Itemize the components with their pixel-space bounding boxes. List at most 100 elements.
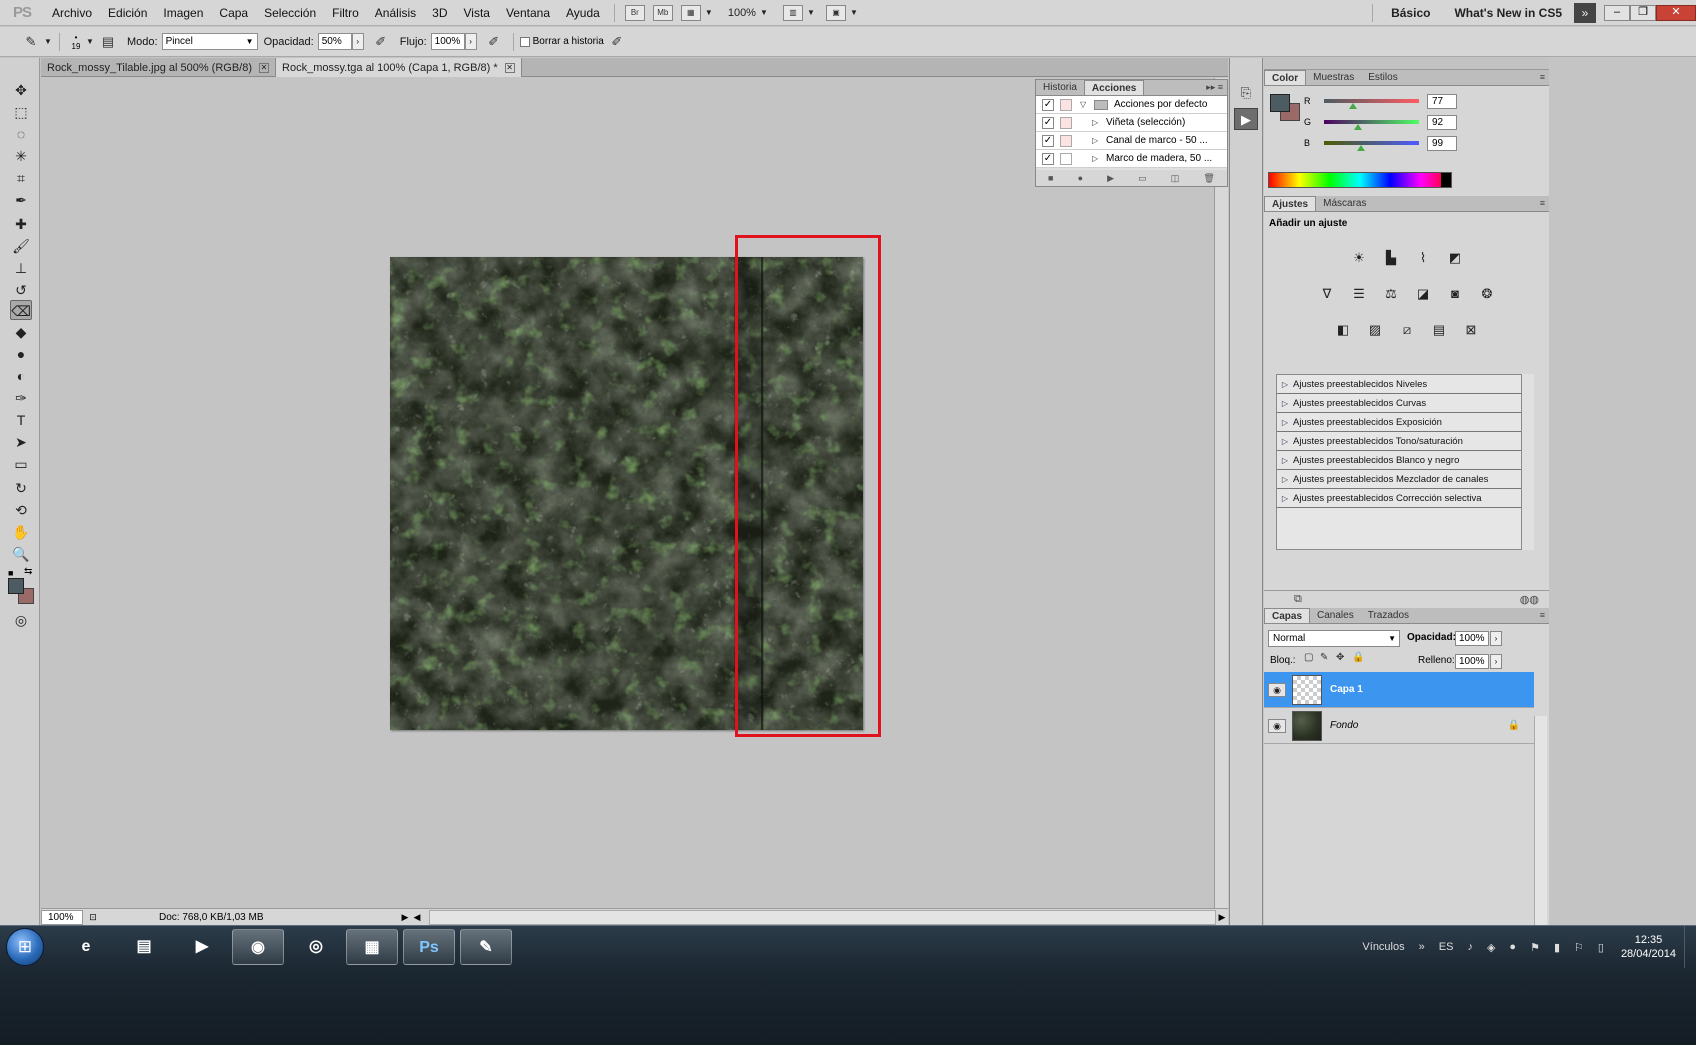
dialog-toggle-icon[interactable] <box>1060 116 1072 129</box>
crop-tool-icon[interactable]: ⌗ <box>10 168 32 188</box>
invert-icon[interactable]: ◧ <box>1332 320 1354 340</box>
new-action-icon[interactable]: ◫ <box>1171 173 1180 184</box>
expand-right-icon[interactable]: ▷ <box>1092 118 1100 127</box>
scroll-left-icon[interactable]: ◀ <box>411 912 423 923</box>
canvas-area[interactable] <box>41 78 1228 908</box>
chevron-down-icon[interactable]: ▼ <box>705 8 714 17</box>
threshold-icon[interactable]: ⧄ <box>1396 320 1418 340</box>
exposure-icon[interactable]: ◩ <box>1444 248 1466 268</box>
paint-bucket-tool-icon[interactable]: ◆ <box>10 322 32 342</box>
app-tray-icon[interactable]: ● <box>1509 941 1516 953</box>
brightness-icon[interactable]: ☀ <box>1348 248 1370 268</box>
gpu-icon[interactable]: ◈ <box>1487 941 1495 954</box>
view-extras-button[interactable]: ▦ <box>680 4 701 21</box>
mode-select[interactable]: Pincel ▼ <box>161 33 258 50</box>
links-toolbar[interactable]: Vínculos <box>1362 941 1404 953</box>
swap-colors-icon[interactable]: ⇆ <box>24 566 32 577</box>
signal-icon[interactable]: ▯ <box>1598 941 1604 954</box>
tab-capas[interactable]: Capas <box>1264 608 1311 623</box>
expand-right-icon[interactable]: ▷ <box>1277 380 1293 389</box>
opacity-slider-toggle[interactable]: › <box>351 33 364 50</box>
expand-right-icon[interactable]: ▷ <box>1092 154 1100 163</box>
menu-archivo[interactable]: Archivo <box>44 0 100 26</box>
workspace-whats-new[interactable]: What's New in CS5 <box>1442 6 1574 20</box>
channel-mixer-icon[interactable]: ❂ <box>1476 284 1498 304</box>
layer-name[interactable]: Fondo <box>1330 720 1358 731</box>
expand-right-icon[interactable]: ▷ <box>1277 494 1293 503</box>
menu-ventana[interactable]: Ventana <box>498 0 558 26</box>
healing-brush-tool-icon[interactable]: ✚ <box>10 214 32 234</box>
blur-tool-icon[interactable]: ● <box>10 344 32 364</box>
control-panel-icon[interactable]: ▦ <box>346 929 398 965</box>
pen-tool-icon[interactable]: ✑ <box>10 388 32 408</box>
vibrance-icon[interactable]: ∇ <box>1316 284 1338 304</box>
layers-scrollbar[interactable] <box>1534 716 1547 952</box>
menu-capa[interactable]: Capa <box>211 0 256 26</box>
lock-transparent-icon[interactable]: ▢ <box>1304 653 1314 663</box>
action-row[interactable]: ✓ ▷ Canal de marco - 50 ... <box>1036 132 1227 150</box>
preset-item[interactable]: ▷ Ajustes preestablecidos Curvas <box>1277 394 1521 413</box>
restore-button[interactable]: ❐ <box>1630 5 1656 21</box>
preset-item[interactable]: ▷ Ajustes preestablecidos Exposición <box>1277 413 1521 432</box>
dialog-toggle-icon[interactable] <box>1060 152 1072 165</box>
clone-stamp-tool-icon[interactable]: ⊥ <box>10 258 32 278</box>
volume-icon[interactable]: ♪ <box>1467 941 1473 953</box>
links-expand-icon[interactable]: » <box>1419 941 1425 953</box>
check-icon[interactable]: ✓ <box>1042 152 1054 165</box>
stop-icon[interactable]: ■ <box>1048 173 1053 183</box>
status-info-icon[interactable]: ⊡ <box>87 912 99 923</box>
eyedropper-tool-icon[interactable]: ✒ <box>10 190 32 210</box>
path-selection-tool-icon[interactable]: ➤ <box>10 432 32 452</box>
layer-opacity-field[interactable]: 100% <box>1455 631 1489 646</box>
expand-right-icon[interactable]: ▷ <box>1277 418 1293 427</box>
menu-filtro[interactable]: Filtro <box>324 0 367 26</box>
expand-down-icon[interactable]: ▽ <box>1080 100 1088 109</box>
preset-item[interactable]: ▷ Ajustes preestablecidos Corrección sele… <box>1277 489 1521 508</box>
panel-menu-icon[interactable]: ▸▸ ≡ <box>1206 82 1223 93</box>
black-white-icon[interactable]: ◪ <box>1412 284 1434 304</box>
photo-filter-icon[interactable]: ◙ <box>1444 284 1466 304</box>
levels-icon[interactable]: ▙ <box>1380 248 1402 268</box>
lock-position-icon[interactable]: ✥ <box>1336 653 1346 663</box>
eye-icon[interactable]: ◉ <box>1268 682 1286 697</box>
history-brush-icon[interactable]: ✎ <box>22 33 40 51</box>
action-row[interactable]: ✓ ▷ Marco de madera, 50 ... <box>1036 150 1227 168</box>
minimize-button[interactable]: – <box>1604 5 1630 21</box>
chrome-icon[interactable]: ◎ <box>290 929 342 965</box>
layer-opacity-slider-toggle[interactable]: › <box>1490 631 1502 646</box>
channel-track[interactable] <box>1324 120 1419 130</box>
status-menu-arrow-icon[interactable]: ▶ <box>399 912 411 923</box>
workspace-basico[interactable]: Básico <box>1379 6 1442 20</box>
preset-item[interactable]: ▷ Ajustes preestablecidos Niveles <box>1277 375 1521 394</box>
airbrush-icon[interactable]: ✐ <box>485 33 503 51</box>
security-icon[interactable]: ⚑ <box>1530 941 1540 954</box>
bridge-button[interactable]: Br <box>624 4 645 21</box>
action-set-row[interactable]: ✓ ▽ Acciones por defecto <box>1036 96 1227 114</box>
layer-row-fondo[interactable]: ◉ Fondo 🔒 <box>1264 708 1534 744</box>
history-panel-icon[interactable]: ⎘ <box>1234 82 1258 104</box>
doc-tab-rock-mossy[interactable]: Rock_mossy.tga al 100% (Capa 1, RGB/8) *… <box>276 58 522 77</box>
vertical-scrollbar[interactable] <box>1214 78 1228 908</box>
start-button[interactable]: ⊞ <box>6 928 44 966</box>
firefox-icon[interactable]: ◉ <box>232 929 284 965</box>
photoshop-taskbar-icon[interactable]: Ps <box>403 929 455 965</box>
check-icon[interactable]: ✓ <box>1042 134 1054 147</box>
expand-right-icon[interactable]: ▷ <box>1092 136 1100 145</box>
menu-3d[interactable]: 3D <box>424 0 455 26</box>
pressure-size-icon[interactable]: ✐ <box>608 33 626 51</box>
curves-icon[interactable]: ⌇ <box>1412 248 1434 268</box>
status-zoom-field[interactable]: 100% <box>41 909 83 925</box>
expand-right-icon[interactable]: ▷ <box>1277 475 1293 484</box>
panel-menu-icon[interactable]: ≡ <box>1540 610 1545 620</box>
clip-layer-icon[interactable]: ◍◍ <box>1520 593 1539 606</box>
3d-orbit-tool-icon[interactable]: ⟲ <box>10 500 32 520</box>
tab-estilos[interactable]: Estilos <box>1361 70 1404 85</box>
lasso-tool-icon[interactable]: ◌ <box>10 124 32 144</box>
tab-ajustes[interactable]: Ajustes <box>1264 196 1317 211</box>
eraser-tool-icon[interactable]: ⌫ <box>10 300 32 320</box>
record-icon[interactable]: ● <box>1078 173 1083 183</box>
language-indicator[interactable]: ES <box>1439 941 1454 953</box>
fill-slider-toggle[interactable]: › <box>1490 654 1502 669</box>
expand-view-icon[interactable]: ⧉ <box>1294 593 1302 606</box>
type-tool-icon[interactable]: T <box>10 410 32 430</box>
